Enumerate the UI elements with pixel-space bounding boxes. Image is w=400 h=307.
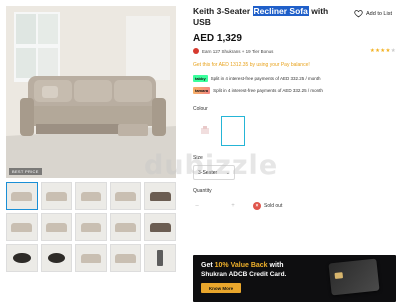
thumbnail-sofa-icon — [149, 223, 171, 233]
know-more-button[interactable]: Know More — [201, 283, 241, 293]
thumbnail-sofa-icon — [46, 223, 67, 233]
banner-subline: Shukran ADCB Credit Card. — [201, 271, 287, 278]
thumbnail-item[interactable] — [75, 244, 107, 272]
thumbnail-item[interactable] — [144, 213, 176, 241]
thumbnail-item[interactable] — [144, 244, 176, 272]
thumbnail-sofa-icon — [115, 223, 136, 233]
tamara-logo-icon: tamara — [193, 87, 211, 94]
credit-card-banner[interactable]: Get 10% Value Back with Shukran ADCB Cre… — [193, 255, 396, 302]
shukran-icon — [193, 48, 199, 54]
installment-text: Split in 4 interest-free payments of AED… — [213, 88, 323, 93]
rewards-row: Earn 127 Shukrans + 19 Tier Bonus ★★★★★ — [193, 48, 396, 54]
credit-card-image — [328, 258, 380, 296]
thumbnail-item[interactable] — [40, 213, 73, 241]
thumbnail-item[interactable] — [109, 244, 142, 272]
thumbnail-sofa-icon — [46, 192, 67, 202]
earn-text: Earn 127 Shukrans + 19 Tier Bonus — [202, 48, 274, 54]
thumbnail-item[interactable] — [6, 182, 38, 210]
sold-out-status: × Sold out — [253, 202, 282, 210]
thumbnail-sofa-icon — [80, 223, 102, 233]
add-to-list-button[interactable]: Add to List — [354, 9, 392, 18]
x-icon: × — [253, 202, 261, 210]
installment-tabby[interactable]: tabby Split in 4 interest-free payments … — [193, 75, 396, 82]
title-highlight: Recliner Sofa — [252, 6, 309, 16]
thumbnail-item[interactable] — [144, 182, 176, 210]
rating-stars[interactable]: ★★★★★ — [370, 48, 396, 54]
thumbnail-item[interactable] — [6, 213, 38, 241]
product-title: Keith 3-Seater Recliner Sofa with USB — [193, 6, 343, 27]
banner-text: Get — [201, 262, 215, 269]
thumbnail-sofa-icon — [157, 250, 164, 266]
colour-swatch-selected[interactable] — [221, 116, 245, 146]
product-price: AED 1,329 — [193, 33, 242, 44]
thumbnail-sofa-icon — [80, 192, 102, 202]
swatch-image-icon — [201, 126, 209, 134]
quantity-label: Quantity — [193, 188, 212, 194]
installment-tamara[interactable]: tamara Split in 4 interest-free payments… — [193, 87, 396, 94]
title-text: Keith 3-Seater — [193, 6, 253, 16]
installment-text: Split in 4 interest-free payments of AED… — [210, 76, 321, 81]
thumbnail-sofa-icon — [47, 252, 66, 264]
thumbnail-item[interactable] — [75, 182, 107, 210]
thumbnail-item[interactable] — [40, 244, 73, 272]
thumbnail-item[interactable] — [40, 182, 73, 210]
thumbnail-sofa-icon — [11, 223, 33, 233]
thumbnail-strip — [6, 182, 176, 272]
thumbnail-sofa-icon — [115, 254, 136, 264]
banner-text-end: with — [267, 262, 284, 269]
tabby-logo-icon: tabby — [193, 75, 208, 82]
thumbnail-sofa-icon — [115, 192, 136, 202]
best-price-badge: BEST PRICE — [9, 168, 42, 175]
rewards-earn: Earn 127 Shukrans + 19 Tier Bonus — [193, 48, 273, 54]
qty-plus-button[interactable]: + — [229, 203, 237, 209]
banner-highlight: 10% Value Back — [214, 262, 268, 269]
sold-out-text: Sold out — [264, 203, 283, 209]
quantity-stepper: – + × Sold out — [193, 202, 396, 210]
heart-icon — [354, 10, 363, 18]
thumbnail-item[interactable] — [109, 182, 142, 210]
add-to-list-label: Add to List — [366, 10, 392, 17]
colour-swatches — [193, 116, 396, 146]
pay-balance-promo: Get this for AED 1312.35 by using your P… — [193, 62, 310, 68]
star-icon: ★ — [390, 48, 396, 54]
thumbnail-sofa-icon — [12, 252, 31, 264]
thumbnail-sofa-icon — [149, 192, 171, 202]
qty-minus-button[interactable]: – — [193, 203, 201, 209]
thumbnail-item[interactable] — [109, 213, 142, 241]
colour-label: Colour — [193, 106, 208, 112]
thumbnail-item[interactable] — [6, 244, 38, 272]
watermark-text: dubizzle — [144, 150, 279, 181]
thumbnail-sofa-icon — [11, 192, 33, 202]
banner-headline: Get 10% Value Back with — [201, 262, 284, 269]
thumbnail-item[interactable] — [75, 213, 107, 241]
thumbnail-sofa-icon — [80, 254, 102, 264]
colour-swatch[interactable] — [193, 116, 217, 146]
